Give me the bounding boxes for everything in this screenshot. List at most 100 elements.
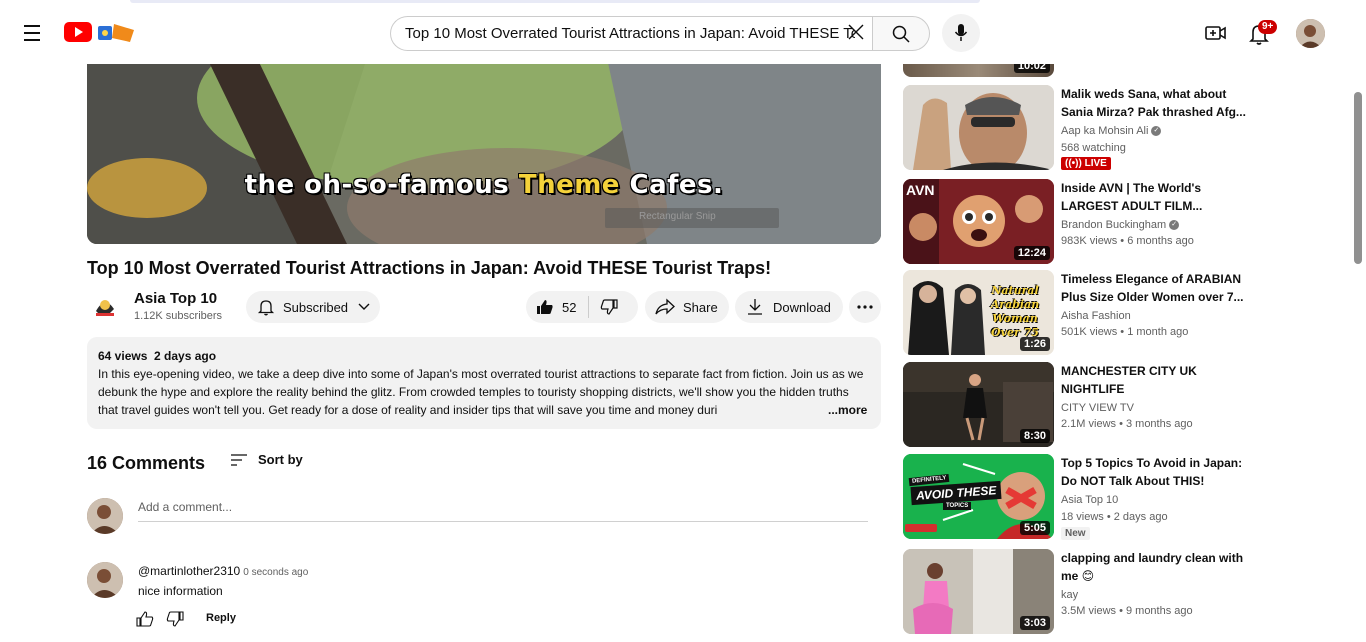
create-icon[interactable] (1200, 18, 1230, 48)
dislike-icon[interactable] (600, 298, 619, 316)
account-avatar[interactable] (1296, 19, 1325, 48)
video-meta: 2.1M views • 3 months ago (1061, 418, 1193, 430)
description-box[interactable]: 64 views 2 days ago In this eye-opening … (87, 337, 881, 429)
video-meta: 18 views • 2 days ago (1061, 511, 1168, 523)
microphone-icon (954, 24, 968, 41)
subscribed-button[interactable]: Subscribed (246, 291, 380, 323)
snip-overlay: Rectangular Snip (605, 208, 779, 228)
video-channel[interactable]: kay (1061, 589, 1078, 601)
notification-badge: 9+ (1258, 20, 1278, 34)
video-title[interactable]: clapping and laundry clean with me 😊 (1061, 549, 1246, 585)
comment-author[interactable]: @martinlother2310 (138, 564, 240, 578)
comment-text: nice information (138, 584, 223, 598)
upload-age: 2 days ago (154, 349, 217, 363)
comment-header: @martinlother2310 0 seconds ago (138, 564, 308, 578)
video-meta: 501K views • 1 month ago (1061, 326, 1189, 338)
video-channel[interactable]: Aisha Fashion (1061, 310, 1131, 322)
video-meta: 983K views • 6 months ago (1061, 235, 1194, 247)
video-channel[interactable]: Brandon Buckingham ✓ (1061, 219, 1180, 231)
description-more-link[interactable]: ...more (826, 403, 868, 417)
video-channel[interactable]: Aap ka Mohsin Ali ✓ (1061, 125, 1162, 137)
description-text: In this eye-opening video, we take a dee… (98, 367, 864, 417)
download-button[interactable]: Download (735, 291, 843, 323)
my-avatar (87, 498, 123, 534)
video-thumbnail[interactable]: DEFINITELY AVOID THESE TOPICS 5:05 (903, 454, 1054, 539)
video-title: Top 10 Most Overrated Tourist Attraction… (87, 258, 772, 278)
sort-icon (231, 453, 247, 466)
menu-icon[interactable] (18, 20, 48, 46)
like-divider (588, 296, 590, 318)
youtube-logo[interactable] (64, 22, 92, 42)
video-channel[interactable]: CITY VIEW TV (1061, 402, 1134, 414)
video-channel[interactable]: Asia Top 10 (1061, 494, 1118, 506)
video-duration: 8:30 (1019, 429, 1050, 443)
doodle-logo[interactable] (96, 22, 136, 44)
description-meta: 64 views 2 days ago (98, 347, 870, 365)
more-actions-button[interactable] (849, 291, 881, 323)
svg-text:AVN: AVN (906, 182, 935, 198)
recommended-video[interactable]: 8:30 MANCHESTER CITY UK NIGHTLIFE CITY V… (903, 362, 1363, 447)
verified-icon: ✓ (1151, 126, 1162, 137)
download-icon (748, 299, 762, 315)
video-thumbnail[interactable] (903, 85, 1054, 170)
sort-by-button[interactable]: Sort by (230, 452, 303, 467)
comment-count: 16 Comments (87, 453, 206, 473)
comment-reply-button[interactable]: Reply (206, 612, 236, 624)
masthead: 9+ (0, 0, 1366, 64)
search-icon (892, 25, 910, 43)
video-thumbnail[interactable]: 8:30 (903, 362, 1054, 447)
video-title[interactable]: Top 5 Topics To Avoid in Japan: Do NOT T… (1061, 454, 1246, 490)
recommended-video[interactable]: Natural Arabian Woman Over 75 1:26 Timel… (903, 270, 1363, 355)
sort-by-label: Sort by (258, 452, 303, 467)
search-input[interactable] (405, 17, 855, 50)
search-button[interactable] (872, 16, 930, 51)
channel-name[interactable]: Asia Top 10 (134, 290, 217, 307)
share-button[interactable]: Share (645, 291, 729, 323)
like-icon[interactable] (536, 298, 554, 316)
search-box[interactable] (390, 16, 873, 51)
recommended-video[interactable]: DEFINITELY AVOID THESE TOPICS 5:05 Top 5… (903, 454, 1363, 540)
verified-icon: ✓ (1169, 220, 1180, 231)
channel-avatar[interactable] (88, 289, 122, 323)
comment-time[interactable]: 0 seconds ago (243, 567, 308, 578)
bell-icon (257, 300, 275, 316)
video-duration: 5:05 (1019, 521, 1050, 535)
video-caption: the oh-so-famous Theme Cafes. (244, 170, 724, 200)
video-duration: 12:24 (1013, 246, 1050, 260)
comment-like-icon[interactable] (136, 610, 154, 628)
video-thumbnail[interactable]: Natural Arabian Woman Over 75 1:26 (903, 270, 1054, 355)
more-icon (857, 305, 873, 309)
video-thumbnail[interactable]: AVN 12:24 (903, 179, 1054, 264)
add-comment-input[interactable]: Add a comment... (138, 500, 868, 522)
thumbnail-topics-text: TOPICS (943, 502, 972, 510)
recommended-video[interactable]: 3:03 clapping and laundry clean with me … (903, 549, 1363, 634)
comment-dislike-icon[interactable] (166, 610, 184, 628)
video-player[interactable]: the oh-so-famous Theme Cafes. Rectangula… (87, 58, 881, 244)
page-scrollbar[interactable] (1354, 92, 1362, 264)
voice-search-button[interactable] (942, 14, 980, 52)
comment-avatar[interactable] (87, 562, 123, 598)
share-icon (655, 298, 675, 315)
thumbnail-overlay-text: Natural Arabian Woman Over 75 (990, 284, 1040, 339)
video-title[interactable]: MANCHESTER CITY UK NIGHTLIFE (1061, 362, 1246, 398)
subscribed-label: Subscribed (283, 299, 349, 315)
live-badge: ((•)) LIVE (1061, 157, 1111, 170)
recommended-video[interactable]: Malik weds Sana, what about Sania Mirza?… (903, 85, 1363, 170)
download-label: Download (773, 299, 831, 315)
new-badge: New (1061, 527, 1090, 540)
video-duration: 3:03 (1019, 616, 1050, 630)
like-dislike-bar: 52 (526, 291, 638, 323)
view-count: 64 views (98, 349, 148, 363)
video-meta: 3.5M views • 9 months ago (1061, 605, 1193, 617)
video-title[interactable]: Inside AVN | The World's LARGEST ADULT F… (1061, 179, 1246, 215)
recommended-video[interactable]: AVN 12:24 Inside AVN | The World's LARGE… (903, 179, 1363, 264)
video-title[interactable]: Malik weds Sana, what about Sania Mirza?… (1061, 85, 1246, 121)
like-count: 52 (562, 299, 577, 315)
video-thumbnail[interactable]: 3:03 (903, 549, 1054, 634)
subscriber-count: 1.12K subscribers (134, 310, 223, 322)
share-label: Share (683, 299, 718, 315)
video-meta: 568 watching (1061, 142, 1126, 154)
chevron-down-icon (358, 303, 370, 310)
clear-search-icon[interactable] (843, 22, 869, 46)
video-title[interactable]: Timeless Elegance of ARABIAN Plus Size O… (1061, 270, 1246, 306)
